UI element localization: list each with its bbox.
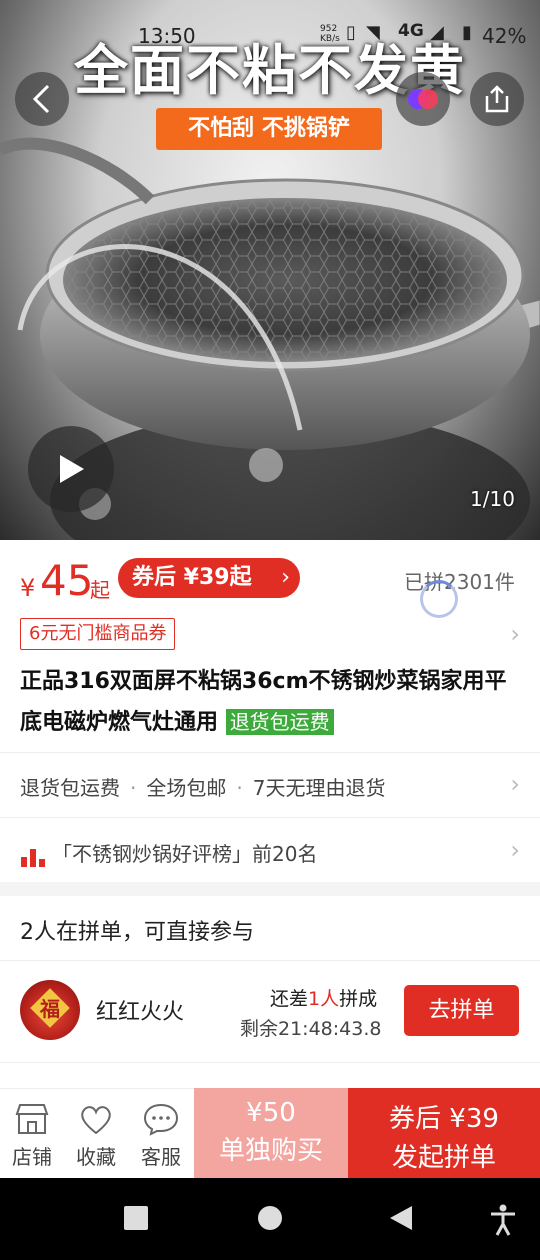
single-price: ¥50: [246, 1098, 296, 1128]
store-coupon-tag[interactable]: 6元无门槛商品券: [20, 618, 176, 650]
price-suffix: 起: [90, 578, 110, 602]
group-header: 2人在拼单，可直接参与: [20, 920, 254, 945]
chevron-right-icon[interactable]: ›: [510, 836, 520, 864]
group-price: 券后 ¥39: [389, 1104, 499, 1134]
divider: [0, 752, 540, 753]
promo-title: 全面不粘不发黄: [74, 39, 466, 102]
share-icon: [485, 85, 509, 113]
service-guarantees[interactable]: 退货包运费 · 全场包邮 · 7天无理由退货: [20, 772, 385, 801]
chat-icon[interactable]: [143, 1102, 179, 1136]
need-count: 1人: [308, 988, 340, 1010]
back-button[interactable]: [15, 72, 69, 126]
accessibility-icon[interactable]: [488, 1204, 518, 1236]
service-item: 7天无理由退货: [252, 776, 386, 800]
play-icon: [60, 455, 84, 483]
free-return-tag: 退货包运费: [225, 709, 334, 735]
separator-dot: ·: [236, 776, 243, 800]
store-icon[interactable]: [14, 1102, 50, 1136]
ranking-chart-icon: [21, 848, 45, 867]
need-prefix: 还差: [270, 988, 309, 1010]
avatar: 福: [20, 980, 80, 1040]
service-item: 退货包运费: [20, 776, 120, 800]
customer-service-label[interactable]: 客服: [131, 1141, 191, 1170]
service-item: 全场包邮: [146, 776, 227, 800]
separator-dot: ·: [130, 776, 137, 800]
home-icon[interactable]: [256, 1204, 284, 1232]
ranking-text: 「不锈钢炒锅好评榜」前20名: [52, 842, 318, 866]
divider: [0, 1062, 540, 1063]
price-value: 45: [40, 556, 94, 605]
ranking-row[interactable]: 「不锈钢炒锅好评榜」前20名: [20, 838, 317, 867]
start-group-button[interactable]: 券后 ¥39 发起拼单: [348, 1088, 540, 1178]
divider: [0, 960, 540, 961]
group-label: 发起拼单: [391, 1143, 496, 1173]
store-label[interactable]: 店铺: [2, 1141, 62, 1170]
buy-single-button[interactable]: ¥50 单独购买: [194, 1088, 348, 1178]
price-currency: ¥: [20, 574, 36, 602]
mini-app-button[interactable]: [396, 72, 450, 126]
time-left: 剩余21:48:43.8: [240, 1018, 382, 1040]
chevron-right-icon: ›: [281, 565, 290, 590]
product-image-carousel[interactable]: 13:50 952 KB/s ▯ ◥ 4G ◢ ▮ 42% 全面不粘不发黄 不怕…: [0, 0, 540, 540]
single-label: 单独购买: [218, 1136, 323, 1166]
favorite-label[interactable]: 收藏: [66, 1141, 126, 1170]
section-gap: [0, 882, 540, 896]
join-group-button[interactable]: 去拼单: [404, 985, 519, 1036]
heart-icon[interactable]: [78, 1102, 114, 1136]
product-title: 正品316双面屏不粘锅36cm不锈钢炒菜锅家用平底电磁炉燃气灶通用 退货包运费: [20, 662, 525, 743]
loading-spinner-icon: [420, 580, 458, 618]
chevron-right-icon[interactable]: ›: [510, 620, 520, 648]
avatar-text: 福: [40, 997, 60, 1021]
group-user-name: 红红火火: [96, 1000, 185, 1025]
share-button[interactable]: [470, 72, 524, 126]
coupon-price-badge[interactable]: 券后 ¥39起 ›: [118, 558, 300, 598]
back-icon[interactable]: [386, 1204, 414, 1232]
mini-app-icon: [408, 89, 438, 109]
group-need-line: 还差1人拼成: [270, 984, 377, 1011]
chevron-right-icon[interactable]: ›: [510, 770, 520, 798]
promo-subtitle: 不怕刮 不挑锅铲: [156, 108, 382, 150]
need-suffix: 拼成: [339, 988, 378, 1010]
back-arrow-icon: [32, 84, 50, 114]
recent-apps-icon[interactable]: [122, 1204, 150, 1232]
coupon-price-label: 券后 ¥39起: [132, 565, 252, 590]
divider: [0, 817, 540, 818]
image-counter: 1/10: [470, 487, 515, 511]
play-video-button[interactable]: [28, 426, 114, 512]
